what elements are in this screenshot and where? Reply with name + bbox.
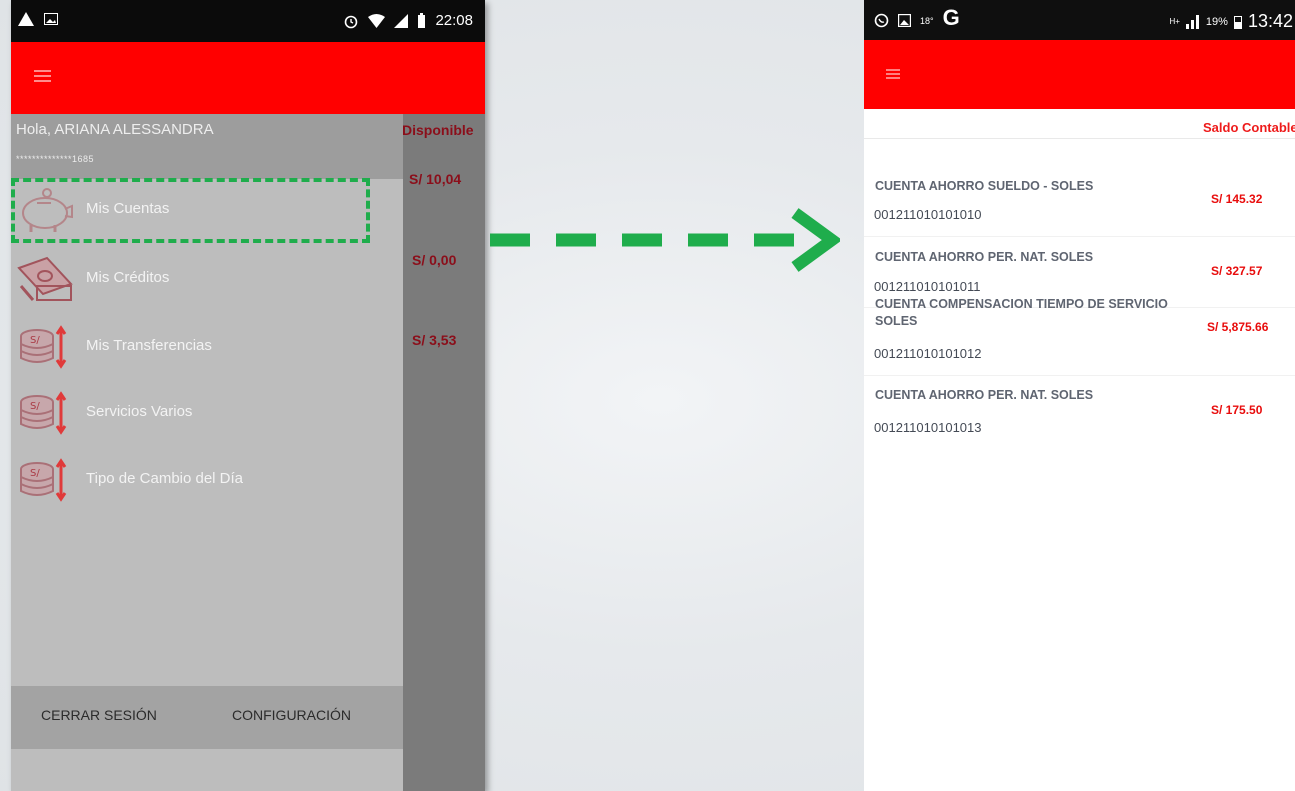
logout-button[interactable]: CERRAR SESIÓN xyxy=(41,707,157,723)
svg-text:S/: S/ xyxy=(30,335,40,346)
menu-item-label: Mis Créditos xyxy=(86,269,170,286)
money-stack-icon xyxy=(17,256,73,301)
app-bar xyxy=(864,40,1295,109)
menu-icon[interactable] xyxy=(886,69,900,80)
battery-percentage: 19% xyxy=(1205,15,1228,28)
menu-item-mis-creditos[interactable]: Mis Créditos xyxy=(11,254,403,304)
user-greeting: Hola, ARIANA ALESSANDRA xyxy=(16,121,214,138)
status-bar: 18° G H+ 19% 13:42 xyxy=(864,0,1295,40)
available-amount: S/ 10,04 xyxy=(409,171,462,187)
drawer-header: Hola, ARIANA ALESSANDRA **************16… xyxy=(11,114,403,179)
settings-button[interactable]: CONFIGURACIÓN xyxy=(232,707,351,723)
right-phone-screen: 18° G H+ 19% 13:42 Saldo Contable CUENTA… xyxy=(864,0,1295,791)
weather-temperature: 18° xyxy=(920,15,934,26)
account-number: 001211010101013 xyxy=(874,420,982,435)
svg-text:S/: S/ xyxy=(30,468,40,479)
highlight-dashed-box xyxy=(11,178,370,243)
drawer-footer: CERRAR SESIÓN CONFIGURACIÓN xyxy=(11,686,403,749)
account-number: 001211010101012 xyxy=(874,346,982,361)
image-icon xyxy=(44,13,58,25)
divider xyxy=(864,375,1295,376)
menu-icon[interactable] xyxy=(34,70,51,83)
left-phone-screen: 22:08 Disponible S/ 10,04 S/ 0,00 S/ 3,5… xyxy=(11,0,485,791)
signal-icon xyxy=(1185,14,1199,29)
arrow-right-icon xyxy=(490,208,840,272)
status-bar: 22:08 xyxy=(11,0,485,42)
menu-item-servicios-varios[interactable]: S/ Servicios Varios xyxy=(11,388,403,438)
account-name: CUENTA AHORRO PER. NAT. SOLES xyxy=(875,388,1094,402)
navigation-drawer: Hola, ARIANA ALESSANDRA **************16… xyxy=(11,114,403,791)
wifi-icon xyxy=(368,13,386,28)
svg-text:S/: S/ xyxy=(30,401,40,412)
account-number: 001211010101011 xyxy=(874,279,981,294)
app-bar xyxy=(11,42,485,114)
account-name: CUENTA AHORRO PER. NAT. SOLES xyxy=(875,250,1094,264)
menu-item-tipo-de-cambio[interactable]: S/ Tipo de Cambio del Día xyxy=(11,455,403,505)
google-icon: G xyxy=(942,5,960,30)
coins-transfer-icon: S/ xyxy=(20,458,67,502)
account-balance: S/ 145.32 xyxy=(1211,192,1263,206)
account-name: CUENTA AHORRO SUELDO - SOLES xyxy=(875,179,1094,193)
available-amount: S/ 3,53 xyxy=(412,332,457,348)
menu-item-mis-transferencias[interactable]: S/ Mis Transferencias xyxy=(11,322,403,372)
divider xyxy=(864,138,1295,139)
status-time: 13:42 xyxy=(1247,11,1293,31)
coins-transfer-icon: S/ xyxy=(20,391,67,435)
whatsapp-icon xyxy=(874,13,889,28)
alarm-icon xyxy=(345,15,358,28)
signal-icon xyxy=(394,13,409,28)
account-name: CUENTA COMPENSACION TIEMPO DE SERVICIO S… xyxy=(875,297,1168,328)
battery-icon xyxy=(1233,15,1242,29)
account-number: 001211010101010 xyxy=(874,207,982,222)
menu-item-label: Mis Transferencias xyxy=(86,337,212,354)
available-column-header: Disponible xyxy=(402,122,474,138)
account-balance: S/ 5,875.66 xyxy=(1207,320,1269,334)
divider xyxy=(864,236,1295,237)
account-balance: S/ 327.57 xyxy=(1211,264,1263,278)
status-time: 22:08 xyxy=(435,12,473,29)
menu-item-label: Servicios Varios xyxy=(86,403,193,420)
image-icon xyxy=(898,14,911,27)
masked-account-number: **************1685 xyxy=(16,154,95,164)
available-amount: S/ 0,00 xyxy=(412,252,457,268)
battery-icon xyxy=(418,13,426,28)
warning-icon xyxy=(18,12,34,26)
menu-item-label: Tipo de Cambio del Día xyxy=(86,470,244,487)
account-balance: S/ 175.50 xyxy=(1211,403,1263,417)
saldo-contable-header: Saldo Contable xyxy=(1203,120,1295,135)
coins-transfer-icon: S/ xyxy=(20,325,67,369)
network-type: H+ xyxy=(1169,17,1180,26)
